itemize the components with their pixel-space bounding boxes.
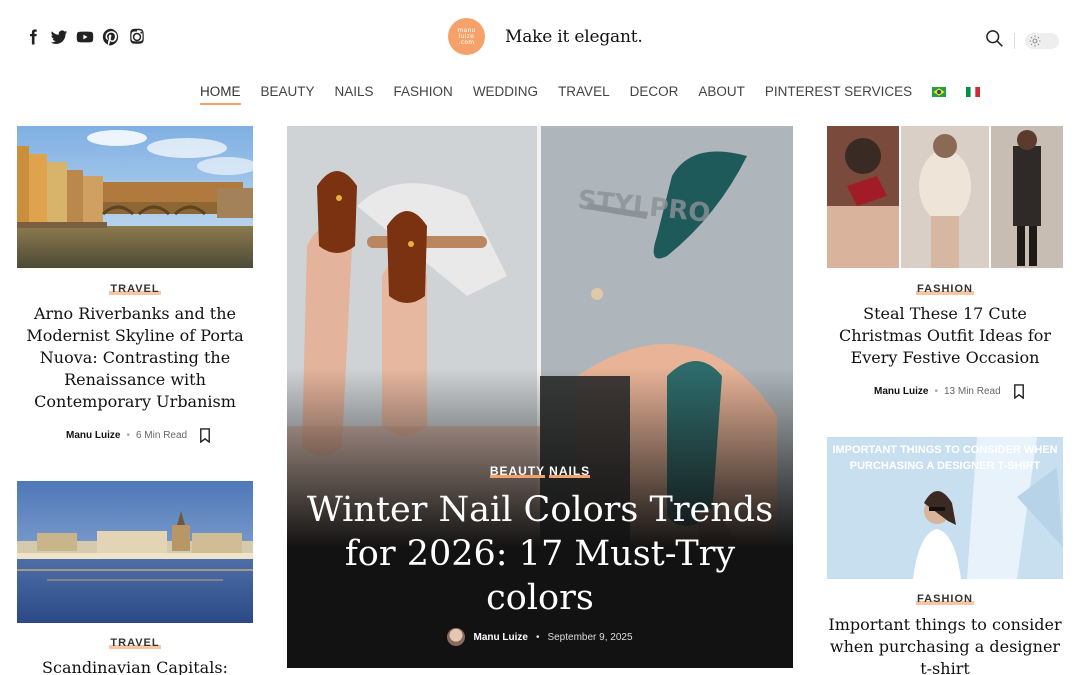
twitter-icon[interactable] [50,28,68,46]
meta-separator: • [126,430,130,441]
category-label[interactable]: BEAUTY [489,464,546,478]
article-title[interactable]: Scandinavian Capitals: [22,657,248,675]
nav-item-pinterest-services[interactable]: PINTEREST SERVICES [765,84,912,105]
bookmark-icon[interactable] [1013,384,1025,399]
article-thumbnail[interactable] [17,481,253,623]
site-brand[interactable]: manu luize .com Make it elegant. [448,18,643,55]
category-label[interactable]: FASHION [827,283,1063,295]
site-tagline: Make it elegant. [505,26,643,47]
image-caption-line: PURCHASING A DESIGNER T-SHIRT [850,460,1041,472]
image-caption-line: IMPORTANT THINGS TO CONSIDER WHEN [832,444,1057,456]
read-time: 13 Min Read [943,386,1001,397]
nav-item-about[interactable]: ABOUT [698,84,745,105]
bookmark-icon[interactable] [199,428,211,443]
meta-separator: • [535,631,540,643]
search-icon[interactable] [984,28,1004,53]
avatar[interactable] [447,628,466,646]
header-divider [1014,32,1015,49]
florence-ponte-vecchio-image [17,126,253,268]
italy-flag-icon[interactable] [966,86,981,97]
feature-meta: Manu Luize • September 9, 2025 [287,628,793,646]
category-label[interactable]: TRAVEL [17,283,253,295]
pinterest-icon[interactable] [102,28,120,46]
nav-item-home[interactable]: HOME [200,84,241,105]
article-thumbnail[interactable]: IMPORTANT THINGS TO CONSIDER WHEN PURCHA… [827,437,1063,579]
article-title[interactable]: Important things to consider when purcha… [827,614,1063,675]
social-links [24,28,146,46]
nav-item-wedding[interactable]: WEDDING [473,84,538,105]
article-meta: Manu Luize • 13 Min Read [874,384,1025,399]
nav-item-beauty[interactable]: BEAUTY [261,84,315,105]
publish-date: September 9, 2025 [547,631,633,643]
feature-categories: BEAUTY NAILS [287,464,793,478]
sun-icon [1029,35,1041,46]
main-nav: HOME BEAUTY NAILS FASHION WEDDING TRAVEL… [200,84,981,105]
nav-item-fashion[interactable]: FASHION [394,84,453,105]
author-name[interactable]: Manu Luize [874,386,928,397]
dark-mode-toggle[interactable] [1025,32,1059,49]
nav-item-nails[interactable]: NAILS [335,84,374,105]
featured-article[interactable]: STYLPRO BEAUTY NAILS Winter Nail Colors T… [287,126,793,668]
article-thumbnail[interactable] [17,126,253,268]
category-label[interactable]: TRAVEL [17,637,253,649]
brazil-flag-icon[interactable] [932,86,947,97]
header-tools [984,28,1059,53]
christmas-outfits-collage-image [827,126,1063,268]
designer-tshirt-image: IMPORTANT THINGS TO CONSIDER WHEN PURCHA… [827,437,1063,579]
meta-separator: • [934,386,938,397]
category-label[interactable]: NAILS [549,464,591,478]
feature-title[interactable]: Winter Nail Colors Trends for 2026: 17 M… [297,488,783,620]
site-logo[interactable]: manu luize .com [448,18,485,55]
youtube-icon[interactable] [76,28,94,46]
stockholm-waterfront-image [17,481,253,623]
author-name[interactable]: Manu Luize [66,430,120,441]
article-thumbnail[interactable] [827,126,1063,268]
read-time: 6 Min Read [135,430,188,441]
category-label[interactable]: FASHION [827,593,1063,605]
nav-item-travel[interactable]: TRAVEL [558,84,610,105]
facebook-icon[interactable] [24,28,42,46]
author-name[interactable]: Manu Luize [473,632,527,643]
instagram-icon[interactable] [128,28,146,46]
nav-item-decor[interactable]: DECOR [630,84,679,105]
article-meta: Manu Luize • 6 Min Read [66,428,211,443]
article-title[interactable]: Steal These 17 Cute Christmas Outfit Ide… [827,303,1063,369]
article-title[interactable]: Arno Riverbanks and the Modernist Skylin… [22,303,248,413]
logo-text-line: .com [458,38,475,46]
